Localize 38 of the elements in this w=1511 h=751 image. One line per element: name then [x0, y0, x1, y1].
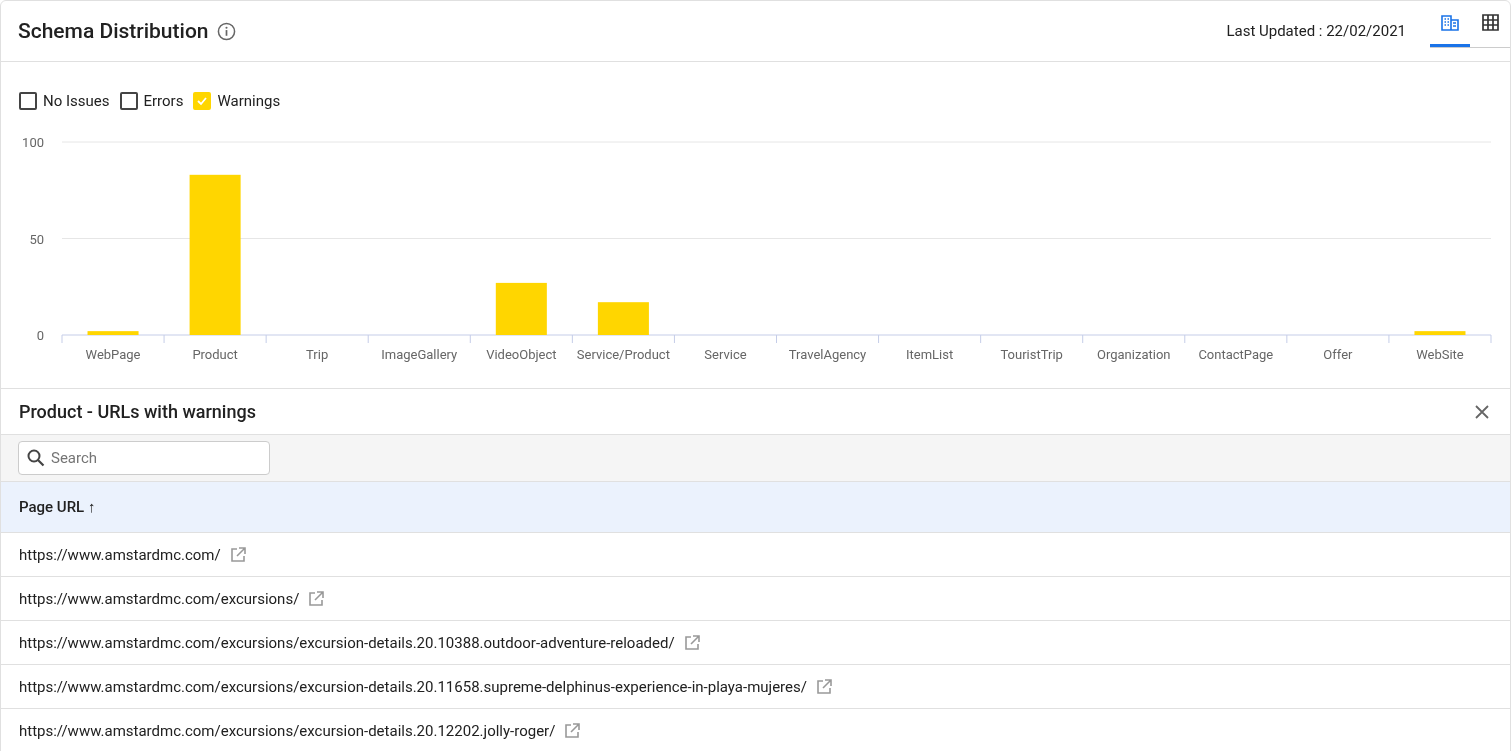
url-link[interactable]: https://www.amstardmc.com/excursions/excursion-details.20.11658.supreme-delphinus-experience-in-playa-mujeres/: [19, 677, 807, 696]
panel-title: Schema Distribution: [18, 19, 209, 43]
external-link-icon[interactable]: [814, 677, 833, 696]
info-icon[interactable]: [216, 21, 236, 41]
url-link[interactable]: https://www.amstardmc.com/excursions/excursion-details.20.10388.outdoor-adventure-reloaded/: [19, 633, 675, 652]
grid-icon: [1481, 14, 1499, 31]
legend-checkbox[interactable]: No Issues: [19, 92, 110, 110]
axis-label: Trip: [306, 347, 329, 362]
axis-label: Organization: [1097, 347, 1171, 362]
legend-checkbox[interactable]: Errors: [119, 92, 184, 110]
check-icon: [196, 95, 209, 107]
axis-label: ImageGallery: [381, 347, 458, 362]
url-link[interactable]: https://www.amstardmc.com/excursions/excursion-details.20.12202.jolly-roger/: [19, 721, 556, 740]
last-updated-text: Last Updated : 22/02/2021: [1226, 22, 1406, 40]
search-field[interactable]: Search: [18, 441, 270, 475]
axis-label: 50: [29, 231, 44, 247]
axis-label: 100: [22, 135, 44, 150]
axis-label: Product: [192, 347, 238, 362]
external-link-icon[interactable]: [563, 721, 582, 740]
axis-label: 0: [36, 328, 44, 343]
axis-label: Service: [704, 347, 747, 362]
url-link[interactable]: https://www.amstardmc.com/: [19, 545, 221, 564]
axis-label: VideoObject: [486, 347, 557, 362]
external-link-icon[interactable]: [307, 589, 326, 608]
axis-label: TouristTrip: [1000, 347, 1063, 362]
column-header[interactable]: Page URL ↑: [1, 482, 1510, 533]
external-link-icon[interactable]: [682, 633, 701, 652]
axis-label: TravelAgency: [788, 347, 867, 362]
axis-label: ItemList: [906, 347, 954, 362]
external-link-icon[interactable]: [228, 545, 247, 564]
axis-label: WebPage: [85, 347, 141, 362]
axis-label: Service/Product: [576, 347, 670, 362]
axis-label: WebSite: [1416, 347, 1464, 362]
axis-label: Offer: [1323, 347, 1353, 362]
legend-checkbox[interactable]: Warnings: [193, 92, 281, 110]
axis-label: ContactPage: [1198, 347, 1274, 362]
section-title: Product - URLs with warnings: [19, 401, 256, 422]
url-link[interactable]: https://www.amstardmc.com/excursions/: [19, 589, 300, 608]
